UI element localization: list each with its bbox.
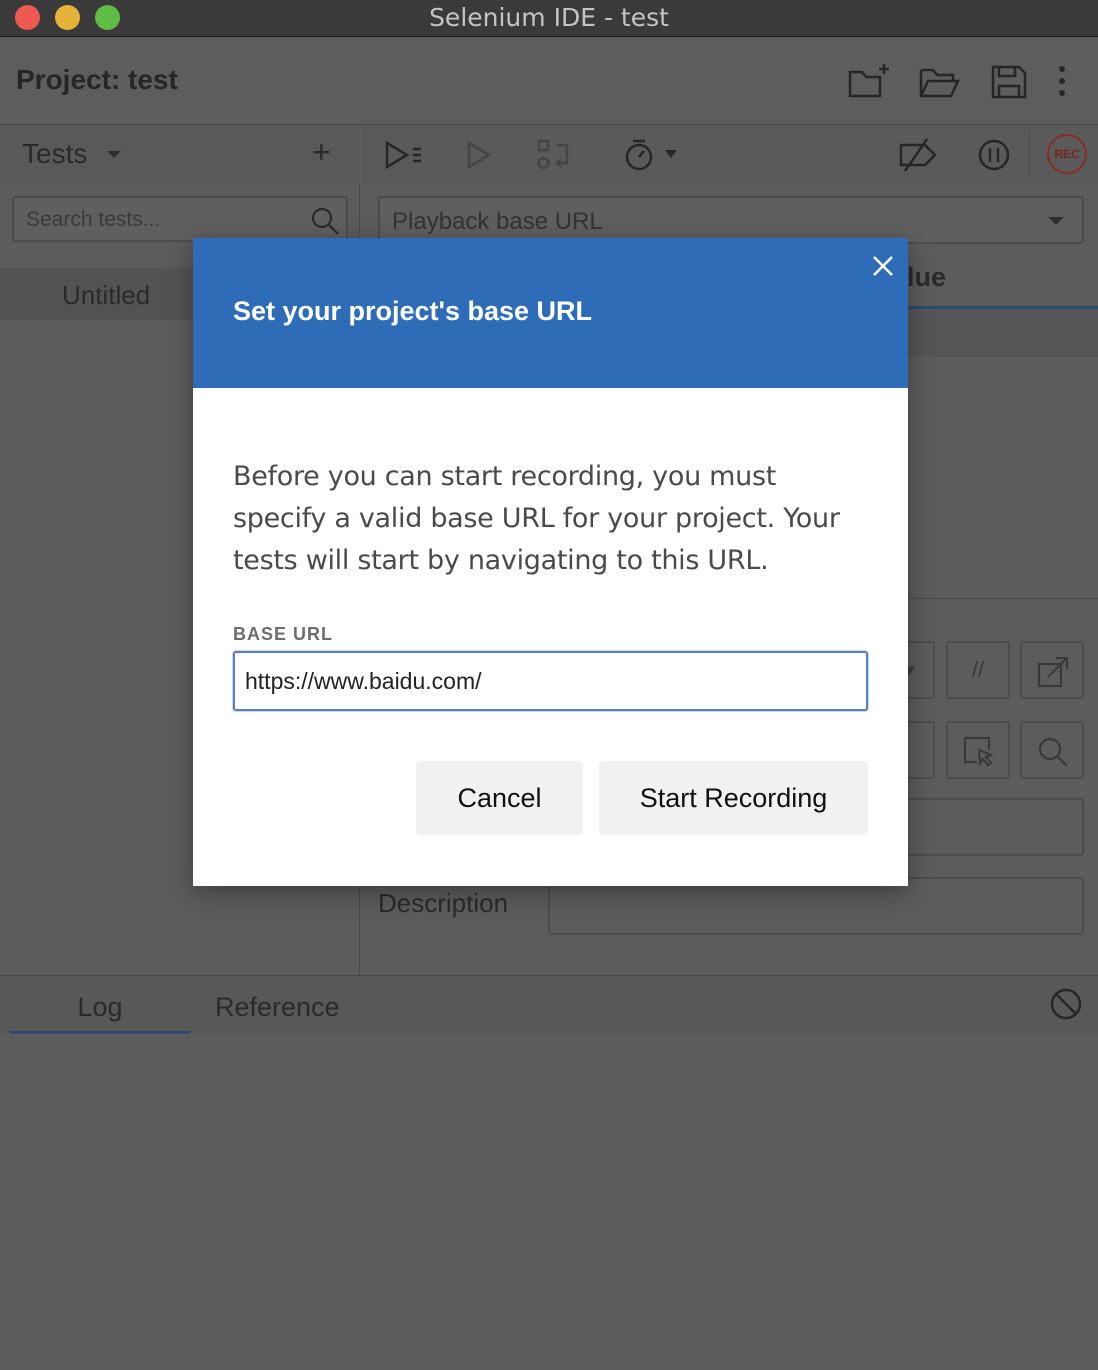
dialog-header: Set your project's base URL <box>193 238 908 388</box>
window-title: Selenium IDE - test <box>429 3 669 32</box>
test-item-label: Untitled <box>62 280 151 310</box>
comment-icon: // <box>971 657 985 682</box>
disable-breakpoints-icon[interactable] <box>897 135 939 175</box>
tab-log-label: Log <box>77 992 123 1022</box>
pause-icon[interactable] <box>973 135 1015 175</box>
base-url-placeholder: Playback base URL <box>392 208 603 235</box>
toolbar-divider <box>1029 132 1030 178</box>
editor-divider <box>907 598 1098 599</box>
close-icon[interactable] <box>869 252 897 280</box>
step-icon[interactable] <box>533 135 575 175</box>
speed-icon[interactable] <box>619 135 661 175</box>
project-title: Project: test <box>16 64 178 95</box>
clear-log-icon[interactable] <box>1048 986 1084 1022</box>
tab-reference[interactable]: Reference <box>215 992 340 1023</box>
project-bar: Project: test <box>0 38 1098 125</box>
playback-base-url-select[interactable]: Playback base URL <box>378 196 1084 244</box>
command-row[interactable] <box>907 309 1098 357</box>
value-column-header: lue <box>907 262 947 292</box>
bottom-tabs: Log Reference <box>0 976 1098 1034</box>
cancel-button[interactable]: Cancel <box>416 761 583 835</box>
search-tests-input[interactable]: Search tests... <box>12 196 348 242</box>
select-target-icon <box>963 736 994 767</box>
base-url-label: BASE URL <box>233 624 334 644</box>
run-all-icon[interactable] <box>383 135 425 175</box>
search-placeholder: Search tests... <box>26 208 161 231</box>
tests-header: Tests + <box>0 126 360 184</box>
new-project-icon[interactable] <box>846 60 892 104</box>
playback-toolbar: REC <box>361 126 1098 184</box>
chevron-down-icon[interactable] <box>107 151 121 158</box>
tests-dropdown[interactable]: Tests <box>22 138 87 170</box>
run-current-icon[interactable] <box>459 135 501 175</box>
active-tab-indicator <box>10 1031 190 1034</box>
base-url-dialog: Set your project's base URL Before you c… <box>193 238 908 886</box>
start-recording-button[interactable]: Start Recording <box>599 761 868 835</box>
window-titlebar: Selenium IDE - test <box>0 0 1098 37</box>
dialog-description: Before you can start recording, you must… <box>233 461 840 576</box>
record-icon[interactable]: REC <box>1047 134 1087 174</box>
find-target-button[interactable] <box>1020 721 1084 779</box>
dialog-title: Set your project's base URL <box>233 296 593 326</box>
log-panel: Log Reference <box>0 975 1098 1370</box>
comment-button[interactable]: // <box>946 641 1010 699</box>
base-url-input[interactable] <box>233 651 868 711</box>
speed-caret-icon[interactable] <box>665 150 677 158</box>
open-in-new-icon <box>1037 656 1069 688</box>
more-vert-icon[interactable] <box>1040 60 1086 104</box>
search-icon <box>311 207 339 235</box>
description-label: Description <box>378 888 509 918</box>
search-icon <box>1038 737 1068 767</box>
open-project-icon[interactable] <box>916 60 962 104</box>
chevron-down-icon <box>1048 217 1064 225</box>
open-window-button[interactable] <box>1020 641 1084 699</box>
add-test-button[interactable]: + <box>312 136 331 168</box>
tab-log[interactable]: Log <box>10 976 190 1034</box>
select-target-button[interactable] <box>946 721 1010 779</box>
save-icon[interactable] <box>986 60 1032 104</box>
